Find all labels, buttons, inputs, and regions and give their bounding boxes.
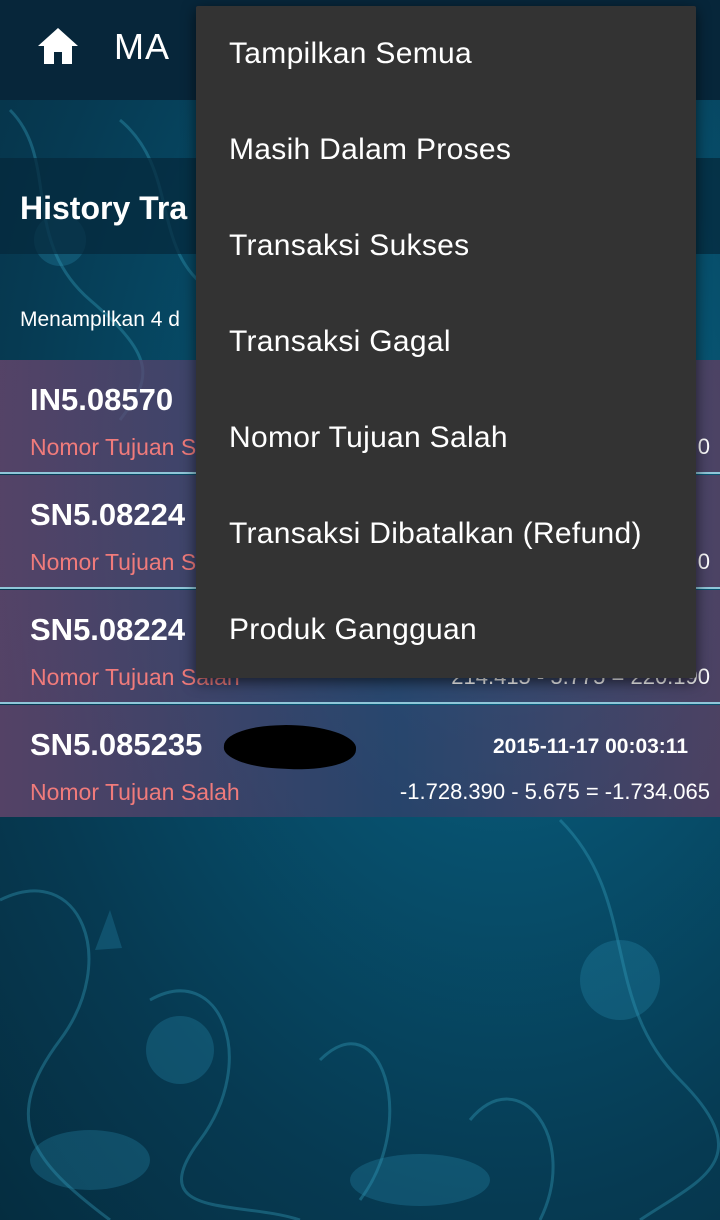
transaction-status: Nomor Tujuan S bbox=[30, 434, 197, 460]
transaction-amount: -1.728.390 - 5.675 = -1.734.065 bbox=[399, 779, 710, 804]
menu-item-failed[interactable]: Transaksi Gagal bbox=[196, 294, 696, 390]
menu-item-show-all[interactable]: Tampilkan Semua bbox=[196, 6, 696, 102]
home-icon[interactable] bbox=[36, 26, 80, 66]
menu-item-success[interactable]: Transaksi Sukses bbox=[196, 198, 696, 294]
transaction-id: SN5.08224 bbox=[30, 612, 186, 647]
transaction-status: Nomor Tujuan S bbox=[30, 549, 197, 575]
menu-item-product-issue[interactable]: Produk Gangguan bbox=[196, 582, 696, 678]
transaction-row[interactable]: SN5.085235 2015-11-17 00:03:11 Nomor Tuj… bbox=[0, 705, 720, 817]
transaction-amount: 0 bbox=[697, 434, 710, 459]
transaction-id: SN5.08224 bbox=[30, 497, 186, 532]
menu-item-in-process[interactable]: Masih Dalam Proses bbox=[196, 102, 696, 198]
transaction-date: 2015-11-17 00:03:11 bbox=[493, 735, 688, 758]
menu-item-refund[interactable]: Transaksi Dibatalkan (Refund) bbox=[196, 486, 696, 582]
result-count-text: Menampilkan 4 d bbox=[20, 308, 180, 331]
transaction-id: IN5.08570 bbox=[30, 382, 174, 417]
transaction-id: SN5.085235 bbox=[30, 727, 203, 762]
redaction-mark bbox=[222, 721, 358, 773]
menu-item-wrong-number[interactable]: Nomor Tujuan Salah bbox=[196, 390, 696, 486]
transaction-amount: 0 bbox=[697, 549, 710, 574]
transaction-status: Nomor Tujuan Salah bbox=[30, 779, 240, 805]
page-title: History Tra bbox=[20, 190, 188, 226]
app-title: MA bbox=[114, 26, 170, 67]
filter-dropdown-menu: Tampilkan Semua Masih Dalam Proses Trans… bbox=[196, 6, 696, 678]
